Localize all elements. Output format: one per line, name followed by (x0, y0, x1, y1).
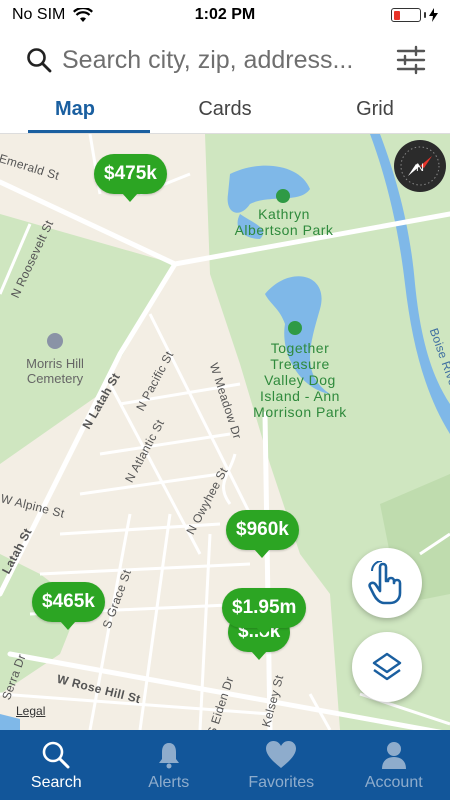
compass-icon: N (400, 146, 440, 186)
hand-pointer-icon (368, 561, 402, 605)
compass-button[interactable]: N (394, 140, 446, 192)
tab-grid[interactable]: Grid (300, 88, 450, 133)
park-label-line: Island - Ann (260, 388, 340, 404)
heart-icon (266, 741, 297, 768)
nav-favorites-label: Favorites (248, 774, 315, 791)
park-label-kathryn: Kathryn Albertson Park (222, 206, 346, 238)
nav-alerts-label: Alerts (148, 774, 190, 791)
tab-map[interactable]: Map (0, 88, 150, 133)
nav-account[interactable]: Account (338, 730, 450, 800)
search-icon (42, 741, 70, 769)
legal-link[interactable]: Legal (16, 704, 45, 718)
layers-icon (372, 652, 402, 681)
status-bar: No SIM 1:02 PM (0, 0, 450, 30)
price-pin-960k[interactable]: $960k (226, 510, 299, 558)
filter-button[interactable] (394, 43, 428, 77)
sliders-icon (396, 45, 426, 75)
nav-account-label: Account (364, 774, 423, 791)
view-tabs: Map Cards Grid (0, 88, 450, 134)
search-icon (27, 48, 52, 73)
nav-alerts[interactable]: Alerts (113, 730, 226, 800)
bell-icon (158, 743, 179, 769)
poi-label-line: Cemetery (26, 371, 84, 386)
poi-label-morris-hill: Morris Hill Cemetery (12, 356, 98, 386)
carrier-label: No SIM (12, 6, 66, 23)
battery-icon (391, 8, 438, 22)
poi-label-line: Morris Hill (26, 356, 84, 371)
person-icon (381, 742, 406, 769)
bottom-nav: Search Alerts Favorites Account (0, 730, 450, 800)
nav-search[interactable]: Search (0, 730, 113, 800)
search-input[interactable] (62, 45, 394, 75)
search-bar (0, 36, 450, 84)
charging-bolt-icon (429, 8, 438, 22)
price-pin-1-95m[interactable]: $1.95m (222, 588, 307, 636)
compass-letter: N (416, 162, 424, 174)
nav-favorites[interactable]: Favorites (225, 730, 338, 800)
status-left: No SIM (12, 6, 94, 24)
park-label-line: Kathryn (258, 206, 310, 222)
nav-search-label: Search (30, 774, 82, 791)
park-label-together: Together Treasure Valley Dog Island - An… (240, 340, 360, 420)
park-label-line: Albertson Park (234, 222, 334, 238)
park-label-line: Treasure (270, 356, 330, 372)
park-label-line: Together (270, 340, 330, 356)
price-pin-475k[interactable]: $475k (94, 154, 167, 202)
wifi-icon (73, 7, 94, 22)
price-pin-465k[interactable]: $465k (32, 582, 105, 630)
map-layers-button[interactable] (352, 632, 422, 702)
map-view[interactable]: Emerald St N Roosevelt St N Latah St Lat… (0, 134, 450, 730)
tab-cards[interactable]: Cards (150, 88, 300, 133)
draw-area-button[interactable] (352, 548, 422, 618)
park-label-line: Morrison Park (253, 404, 347, 420)
park-label-line: Valley Dog (264, 372, 336, 388)
